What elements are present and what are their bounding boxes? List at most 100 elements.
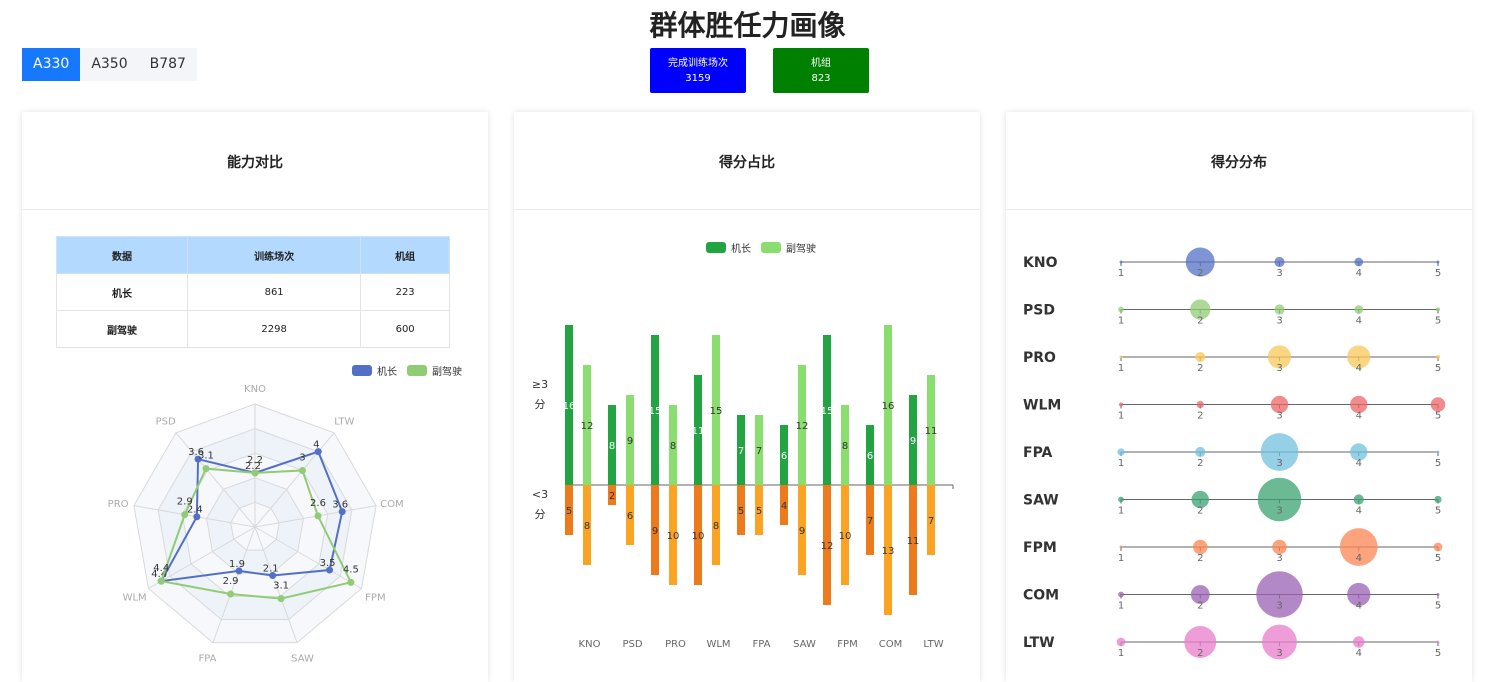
bar-category-label: WLM [706,639,730,650]
bar-data-label: 7 [867,516,873,527]
bubble-tick-label: 5 [1435,268,1441,279]
radar-data-label: 3.1 [273,581,289,592]
bubble-point [1274,256,1285,268]
bubble-tick-label: 4 [1356,506,1362,517]
bar-data-label: 15 [821,406,834,417]
radar-axis-label: FPM [365,593,385,604]
bubble-tick-label: 1 [1118,411,1124,422]
bubble-tick-label: 2 [1197,648,1203,659]
bubble-point [1195,446,1206,458]
bubble-tick-label: 2 [1197,363,1203,374]
bar-data-label: 12 [821,541,834,552]
bubble-chart: KNO 1 2 3 4 5 PSD 1 2 3 4 5 PRO 1 2 3 4 5 WLM 1 2 3 4 5 FPA 1 2 3 4 5… [1023,247,1446,660]
bar-data-label: 12 [796,421,809,432]
bubble-row-label: KNO [1023,255,1058,271]
bubble-tick-label: 4 [1356,363,1362,374]
bar-data-label: 16 [563,401,576,412]
bar-data-label: 6 [867,451,873,462]
bubble-tick-label: 2 [1197,458,1203,469]
bar-data-label: 6 [781,451,787,462]
bubble-point [1436,450,1440,454]
bubble-tick-label: 3 [1276,268,1282,279]
bar-group-label: <3 [532,488,548,501]
bubble-tick-label: 5 [1435,411,1441,422]
bubble-row-label: FPM [1023,540,1057,556]
radar-point [227,590,235,598]
radar-point [347,578,355,586]
bar-chart: ≥3 分 <3 分 16 8 15 11 7 6 15 6 9 12 9 8 15 7 12 8 16 11 5 2 9 10 5 4… [532,325,954,650]
bar-data-label: 8 [713,521,719,532]
bar-data-label: 9 [910,436,916,447]
radar-point [202,465,210,473]
tab-a330[interactable]: A330 [22,48,81,81]
bubble-tick-label: 3 [1276,506,1282,517]
bubble-tick-label: 4 [1356,458,1362,469]
bubble-point [1119,545,1123,549]
bar-data-label: 5 [738,506,744,517]
bar-data-label: 8 [609,441,615,452]
bubble-tick-label: 5 [1435,648,1441,659]
bar-data-label: 16 [882,401,895,412]
radar-chart: KNO LTW COM FPM SAW FPA WLM PRO PSD 2.2 4 3.6 3.5 2.1… [108,384,404,665]
bubble-tick-label: 4 [1356,316,1362,327]
bubble-tick-label: 2 [1197,316,1203,327]
bar-data-label: 6 [627,511,633,522]
aircraft-tabs: A330 A350 B787 [22,48,197,81]
bubble-tick-label: 1 [1118,601,1124,612]
bar-data-label: 9 [627,436,633,447]
bubble-point [1354,257,1364,267]
bubble-tick-label: 4 [1356,268,1362,279]
bubble-row-label: COM [1023,588,1059,604]
bar-data-label: 2 [609,491,615,502]
bar-data-label: 15 [649,406,662,417]
radar-point [181,511,189,519]
radar-point [157,577,165,585]
bubble-tick-label: 3 [1276,458,1282,469]
bubble-tick-label: 5 [1435,601,1441,612]
bubble-point [1117,448,1125,456]
radar-data-label: 4.4 [153,563,169,574]
bubble-row-label: SAW [1023,493,1059,509]
bubble-tick-label: 3 [1276,363,1282,374]
bubble-point [1195,351,1206,363]
radar-axis-label: COM [380,499,403,510]
bar-data-label: 8 [670,441,676,452]
bubble-point [1436,593,1440,596]
bubble-tick-label: 3 [1276,601,1282,612]
bar-group-label: ≥3 [532,378,548,391]
tab-a350[interactable]: A350 [80,48,139,81]
bubble-tick-label: 4 [1356,601,1362,612]
bar-data-label: 7 [756,446,762,457]
radar-data-label: 2.1 [263,564,279,575]
bubble-point [1118,591,1124,598]
radar-axis-label: LTW [334,417,354,428]
bubble-tick-label: 2 [1197,553,1203,564]
radar-data-label: 2.2 [247,455,263,466]
bubble-point [1352,636,1365,648]
radar-point [251,469,259,477]
bubble-row-label: WLM [1023,398,1061,414]
bubble-point [1274,304,1285,315]
bar-data-label: 8 [842,441,848,452]
bubble-tick-label: 3 [1276,411,1282,422]
bar-category-label: COM [879,639,902,650]
bubble-tick-label: 1 [1118,648,1124,659]
crews-stat-value: 823 [811,73,831,84]
radar-axis-label: FPA [198,654,216,665]
bar-data-label: 7 [928,516,934,527]
bubble-point [1353,494,1364,505]
bubble-tick-label: 3 [1276,648,1282,659]
bar-data-label: 4 [781,501,787,512]
bubble-row-label: PRO [1023,350,1056,366]
bubble-tick-label: 5 [1435,506,1441,517]
bubble-point [1118,496,1124,503]
tab-b787[interactable]: B787 [138,48,197,81]
bar-data-label: 10 [839,531,852,542]
bubble-tick-label: 2 [1197,601,1203,612]
bubble-point [1119,260,1123,264]
bubble-tick-label: 2 [1197,268,1203,279]
bubble-point [1354,305,1364,314]
bubble-tick-label: 1 [1118,458,1124,469]
bubble-tick-label: 2 [1197,411,1203,422]
bar-category-label: SAW [793,639,816,650]
